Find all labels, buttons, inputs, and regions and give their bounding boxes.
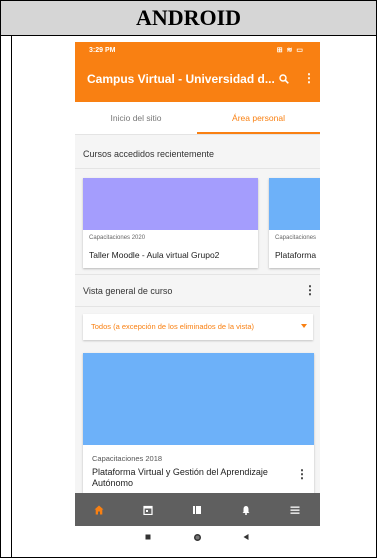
divider bbox=[75, 168, 320, 169]
nav-home[interactable] bbox=[75, 493, 124, 526]
overview-options-icon[interactable]: ⋮ bbox=[304, 283, 316, 297]
tab-bar: Inicio del sitio Área personal bbox=[75, 102, 320, 135]
course-category: Capacitaciones 2018 bbox=[92, 454, 163, 463]
divider bbox=[75, 274, 320, 275]
home-icon bbox=[94, 505, 104, 515]
search-icon[interactable] bbox=[279, 74, 289, 84]
overview-course-card[interactable]: Capacitaciones 2018 Plataforma Virtual y… bbox=[83, 353, 314, 498]
phone-screenshot: 3:29 PM ⊞ ≋ ▭ Campus Virtual - Universid… bbox=[75, 42, 320, 550]
course-filter-select[interactable]: Todos (a excepción de los eliminados de … bbox=[83, 314, 313, 340]
course-category: Capacitaciones 2020 bbox=[89, 235, 146, 241]
table-header-label: ANDROID bbox=[135, 5, 242, 30]
bottom-navigation bbox=[75, 493, 320, 526]
course-overview-title: Vista general de curso bbox=[83, 286, 173, 296]
system-navigation-bar bbox=[75, 526, 320, 550]
app-title: Campus Virtual - Universidad d... bbox=[87, 72, 275, 86]
divider bbox=[75, 306, 320, 307]
table-header: ANDROID bbox=[1, 1, 376, 36]
filter-selected-value: Todos (a excepción de los eliminados de … bbox=[91, 322, 255, 331]
course-name: Plataforma bbox=[275, 250, 317, 260]
recent-course-card[interactable]: Capacitaciones Plataforma bbox=[269, 178, 320, 268]
course-category: Capacitaciones bbox=[275, 235, 317, 241]
course-name: Taller Moodle - Aula virtual Grupo2 bbox=[89, 250, 220, 260]
home-button-icon[interactable] bbox=[193, 533, 202, 542]
course-options-icon[interactable]: ⋮ bbox=[296, 467, 308, 481]
tab-personal-area[interactable]: Área personal bbox=[197, 102, 320, 134]
status-icons: ⊞ ≋ ▭ bbox=[276, 47, 304, 54]
more-options-icon[interactable]: ⋮ bbox=[303, 71, 315, 85]
tab-site-home[interactable]: Inicio del sitio bbox=[75, 102, 197, 134]
nav-courses[interactable] bbox=[173, 493, 222, 526]
course-banner bbox=[83, 353, 314, 445]
status-time: 3:29 PM bbox=[89, 47, 116, 54]
back-icon[interactable] bbox=[242, 533, 250, 541]
app-bar: Campus Virtual - Universidad d... ⋮ bbox=[75, 60, 320, 102]
recent-course-card[interactable]: Capacitaciones 2020 Taller Moodle - Aula… bbox=[83, 178, 258, 268]
nav-notifications[interactable] bbox=[222, 493, 271, 526]
courses-icon bbox=[193, 506, 201, 514]
nav-calendar[interactable] bbox=[124, 493, 173, 526]
recent-courses-title: Cursos accedidos recientemente bbox=[83, 149, 215, 159]
menu-icon bbox=[290, 506, 300, 514]
course-banner bbox=[83, 178, 258, 230]
course-name: Plataforma Virtual y Gestión del Aprendi… bbox=[92, 467, 268, 488]
status-bar: 3:29 PM ⊞ ≋ ▭ bbox=[75, 42, 320, 60]
table-divider bbox=[11, 35, 12, 557]
notifications-icon bbox=[242, 506, 250, 515]
recents-icon[interactable] bbox=[144, 533, 152, 541]
nav-menu[interactable] bbox=[271, 493, 320, 526]
dropdown-arrow-icon bbox=[301, 324, 307, 328]
calendar-icon bbox=[143, 505, 153, 515]
course-banner bbox=[269, 178, 320, 230]
recent-courses-carousel[interactable]: Capacitaciones 2020 Taller Moodle - Aula… bbox=[75, 178, 320, 270]
